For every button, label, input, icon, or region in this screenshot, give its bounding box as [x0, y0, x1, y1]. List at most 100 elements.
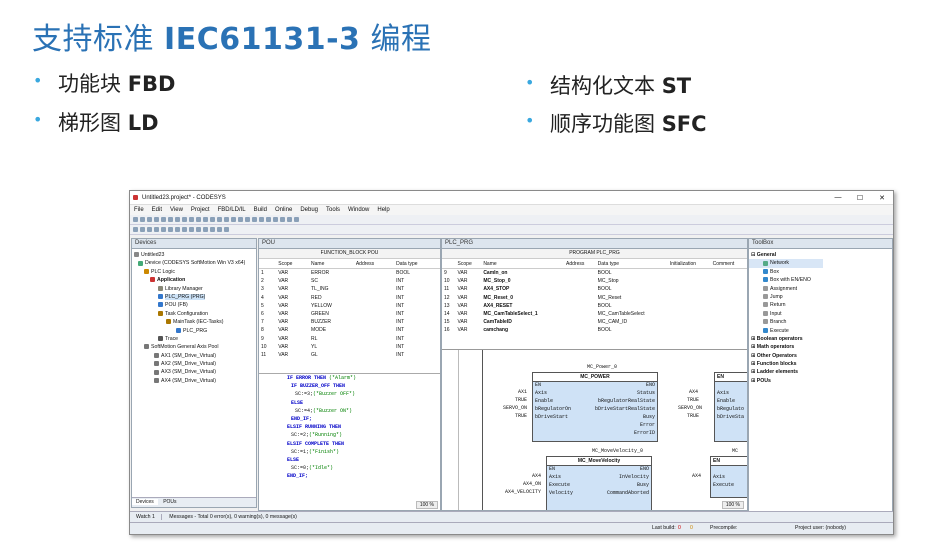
zoom-icon[interactable]: [224, 227, 229, 232]
tree-item[interactable]: Trace: [132, 335, 256, 343]
toolbox-item-return[interactable]: Return: [749, 301, 892, 309]
toolbox-item-jump[interactable]: Jump: [749, 293, 892, 301]
toolbox-section-ladder[interactable]: ⊞ Ladder elements: [749, 368, 892, 376]
toolbox-item-network[interactable]: Network: [749, 259, 823, 268]
tab-messages[interactable]: Messages - Total 0 error(s), 0 warning(s…: [163, 514, 303, 520]
table-row[interactable]: 7 VAR BUZZER INT: [259, 318, 440, 326]
menu-build[interactable]: Build: [254, 207, 267, 213]
mc-movevelocity-block-2[interactable]: EN Axis Execute: [710, 456, 747, 498]
table-row[interactable]: 10 VAR YL INT: [259, 343, 440, 351]
step-out-icon[interactable]: [273, 217, 278, 222]
table-row[interactable]: 9 VAR CamIn_on BOOL: [442, 269, 747, 278]
close-button[interactable]: ✕: [871, 194, 893, 202]
fb-input-var[interactable]: AX4_VELOCITY: [505, 489, 541, 495]
table-row[interactable]: 15 VAR CamTableID MC_CAM_ID: [442, 318, 747, 326]
menu-tools[interactable]: Tools: [326, 207, 340, 213]
menu-project[interactable]: Project: [191, 207, 210, 213]
tree-item[interactable]: Untitled23: [132, 251, 256, 259]
tab-pous[interactable]: POUs: [159, 499, 180, 505]
table-row[interactable]: 9 VAR RL INT: [259, 335, 440, 343]
tab-devices[interactable]: Devices: [132, 499, 158, 505]
menu-view[interactable]: View: [170, 207, 183, 213]
menu-edit[interactable]: Edit: [152, 207, 162, 213]
box-icon[interactable]: [140, 227, 145, 232]
pou-zoom[interactable]: 100 %: [415, 501, 438, 509]
table-row[interactable]: 1 VAR ERROR BOOL: [259, 269, 440, 278]
menu-file[interactable]: File: [134, 207, 144, 213]
undo-icon[interactable]: [161, 217, 166, 222]
input-icon[interactable]: [210, 227, 215, 232]
copy-icon[interactable]: [182, 217, 187, 222]
minimize-button[interactable]: —: [827, 194, 849, 202]
paste-icon[interactable]: [189, 217, 194, 222]
reset-coil-icon[interactable]: [196, 227, 201, 232]
toolbox-section-other[interactable]: ⊞ Other Operators: [749, 352, 892, 360]
watch-icon[interactable]: [280, 217, 285, 222]
tree-item[interactable]: Device (CODESYS SoftMotion Win V3 x64): [132, 259, 256, 267]
run-icon[interactable]: [231, 217, 236, 222]
st-code-editor[interactable]: IF ERROR THEN (*Alarm*) IF BUZZER_OFF TH…: [259, 373, 440, 499]
reset-icon[interactable]: [245, 217, 250, 222]
fb-input-var[interactable]: AX4_ON: [523, 481, 541, 487]
tree-item[interactable]: POU (FB): [132, 301, 256, 309]
menu-fbd-ld-il[interactable]: FBD/LD/IL: [218, 207, 246, 213]
table-row[interactable]: 11 VAR AX4_STOP BOOL: [442, 285, 747, 293]
fb-input-var[interactable]: AX1: [518, 389, 527, 395]
table-row[interactable]: 12 VAR MC_Reset_0 MC_Reset: [442, 294, 747, 302]
delete-icon[interactable]: [196, 217, 201, 222]
stop-icon[interactable]: [238, 217, 243, 222]
table-row[interactable]: 6 VAR GREEN INT: [259, 310, 440, 318]
fb-input-var[interactable]: AX4: [689, 389, 698, 395]
mc-power-block-2[interactable]: EN Axis Enable bRegulato bDriveSta: [714, 372, 747, 442]
new-icon[interactable]: [133, 217, 138, 222]
toolbox-item-branch[interactable]: Branch: [749, 318, 892, 326]
tab-plc-prg[interactable]: PLC_PRG: [442, 239, 747, 249]
toolbox-item-assignment[interactable]: Assignment: [749, 285, 892, 293]
login-icon[interactable]: [217, 217, 222, 222]
cross-ref-icon[interactable]: [287, 217, 292, 222]
tree-item[interactable]: MainTask (IEC-Tasks): [132, 318, 256, 326]
open-icon[interactable]: [140, 217, 145, 222]
fb-input-var[interactable]: AX4: [692, 473, 701, 479]
menu-online[interactable]: Online: [275, 207, 292, 213]
tree-item[interactable]: PLC_PRG: [132, 327, 256, 335]
step-over-icon[interactable]: [259, 217, 264, 222]
tree-item[interactable]: Application: [132, 276, 256, 284]
contact-icon[interactable]: [147, 227, 152, 232]
table-row[interactable]: 4 VAR RED INT: [259, 294, 440, 302]
find-icon[interactable]: [203, 217, 208, 222]
fbd-network-area[interactable]: MC_Power_0 MC_POWER EN ENO Axis Enable b…: [442, 349, 747, 510]
breakpoint-icon[interactable]: [252, 217, 257, 222]
negate-icon[interactable]: [182, 227, 187, 232]
tree-item[interactable]: AX4 (SM_Drive_Virtual): [132, 377, 256, 385]
maximize-button[interactable]: ☐: [849, 194, 871, 202]
toolbox-item-box-en-eno[interactable]: Box with EN/ENO: [749, 276, 892, 284]
tree-item[interactable]: PLC Logic: [132, 268, 256, 276]
return-icon[interactable]: [175, 227, 180, 232]
parallel-icon[interactable]: [161, 227, 166, 232]
step-into-icon[interactable]: [266, 217, 271, 222]
tree-item[interactable]: AX3 (SM_Drive_Virtual): [132, 368, 256, 376]
print-icon[interactable]: [154, 217, 159, 222]
fb-input-var[interactable]: TRUE: [515, 413, 527, 419]
cut-icon[interactable]: [175, 217, 180, 222]
table-row[interactable]: 16 VAR camchang BOOL: [442, 326, 747, 334]
tab-pou[interactable]: POU: [259, 239, 440, 249]
table-row[interactable]: 14 VAR MC_CamTableSelect_1 MC_CamTableSelec…: [442, 310, 747, 318]
build-icon[interactable]: [210, 217, 215, 222]
fb-input-var[interactable]: SERVO_ON: [678, 405, 702, 411]
toolbox-item-box[interactable]: Box: [749, 268, 892, 276]
table-row[interactable]: 11 VAR GL INT: [259, 351, 440, 359]
menu-debug[interactable]: Debug: [300, 207, 318, 213]
jump-icon[interactable]: [168, 227, 173, 232]
redo-icon[interactable]: [168, 217, 173, 222]
table-row[interactable]: 5 VAR YELLOW INT: [259, 302, 440, 310]
toolbox-section-pous[interactable]: ⊞ POUs: [749, 377, 892, 385]
network-icon[interactable]: [133, 227, 138, 232]
prg-zoom[interactable]: 100 %: [721, 501, 744, 509]
mc-movevelocity-block[interactable]: MC_MoveVelocity EN ENO Axis Execute Velo…: [546, 456, 652, 510]
tree-item[interactable]: SoftMotion General Axis Pool: [132, 343, 256, 351]
fb-input-var[interactable]: TRUE: [687, 413, 699, 419]
menu-window[interactable]: Window: [348, 207, 369, 213]
output-icon[interactable]: [217, 227, 222, 232]
